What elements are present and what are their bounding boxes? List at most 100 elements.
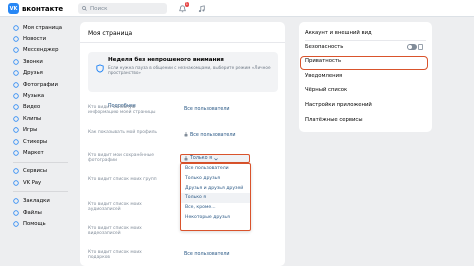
top-header: VK вконтакте Поиск 1 (0, 0, 474, 17)
music-note-icon (198, 4, 205, 12)
privacy-row-label: Как показывать мой профиль (88, 130, 157, 135)
sidebar-item-label: Маркет (23, 149, 44, 156)
sidebar-item[interactable]: Маркет (13, 147, 75, 158)
sidebar-item[interactable]: Клипы (13, 113, 75, 124)
chevron-down-icon (214, 157, 218, 160)
sidebar-item[interactable]: Помощь (13, 218, 75, 229)
privacy-row-label: Кто видит мои сохранённые фотографии (88, 153, 154, 164)
sidebar-item[interactable]: Музыка (13, 90, 75, 101)
dropdown-option[interactable]: Друзья и друзья друзей (181, 183, 250, 193)
bookmark-icon (13, 198, 19, 204)
notice-text: Если нужна пауза в общении с незнакомцам… (108, 65, 271, 76)
settings-menu-item[interactable]: Чёрный список (305, 87, 347, 93)
dropdown-option[interactable]: Только друзья (181, 174, 250, 184)
sidebar-item[interactable]: Игры (13, 125, 75, 136)
theme-toggle[interactable] (407, 44, 417, 50)
notice-title: Неделя без непрошеного внимания (108, 57, 224, 63)
device-icon (418, 44, 423, 50)
sidebar-item-label: Стикеры (23, 138, 48, 145)
sidebar-item[interactable]: Друзья (13, 68, 75, 79)
privacy-dropdown-menu: Все пользователи Только друзья Друзья и др… (180, 163, 251, 231)
file-icon (13, 209, 19, 216)
privacy-row-label: Кто видит список моих аудиозаписей (88, 202, 142, 213)
search-icon (82, 6, 87, 11)
sidebar-item[interactable]: Новости (13, 33, 75, 44)
clips-icon (13, 116, 19, 122)
settings-divider (305, 40, 426, 41)
privacy-row-value[interactable]: Все пользователи (184, 252, 230, 257)
lock-icon (184, 132, 188, 139)
news-icon (13, 36, 19, 42)
sidebar-item-label: Моя страница (23, 24, 63, 31)
sidebar-item-label: Игры (23, 127, 38, 134)
notification-badge: 1 (184, 2, 189, 7)
sidebar-item-label: Видео (23, 104, 41, 111)
user-icon (13, 24, 19, 31)
sidebar-divider (13, 161, 68, 163)
friends-icon (13, 70, 19, 76)
sidebar-item[interactable]: Сервисы (13, 166, 75, 177)
sidebar-item[interactable]: Мессенджер (13, 45, 75, 56)
left-sidebar: Моя страница Новости Мессенджер Звонки Друзь… (13, 22, 75, 230)
dropdown-option[interactable]: Все пользователи (181, 164, 250, 174)
privacy-row-label: Кто видит список моих подарков (88, 250, 142, 261)
music-icon (13, 93, 19, 99)
phone-icon (13, 59, 19, 65)
photo-icon (13, 81, 19, 88)
dropdown-option[interactable]: Все, кроме... (181, 203, 250, 213)
privacy-select[interactable]: Только я (180, 154, 250, 163)
privacy-row-value-text: Все пользователи (190, 133, 236, 138)
sidebar-item-label: Клипы (23, 115, 42, 122)
sidebar-item[interactable]: Файлы (13, 207, 75, 218)
privacy-row-label: Кто видит список моих групп (88, 177, 157, 182)
divider (80, 42, 285, 43)
dropdown-option[interactable]: Только я (181, 193, 250, 203)
sidebar-item[interactable]: Моя страница (13, 22, 75, 33)
privacy-row-value[interactable]: Все пользователи (184, 107, 230, 112)
video-icon (13, 104, 19, 111)
sidebar-item-label: Музыка (23, 93, 45, 100)
market-icon (13, 150, 19, 156)
privacy-row-value-text: Все пользователи (184, 252, 230, 257)
settings-menu-item[interactable]: Настройки приложений (305, 102, 372, 108)
services-icon (13, 168, 19, 175)
sidebar-item-label: Звонки (23, 58, 43, 65)
vk-logo-text: вконтакте (22, 4, 64, 13)
sidebar-item[interactable]: Фотографии (13, 79, 75, 90)
search-placeholder: Поиск (90, 5, 108, 12)
message-icon (13, 47, 19, 54)
sidebar-item-label: VK Pay (23, 179, 42, 186)
sidebar-divider (13, 191, 68, 193)
settings-menu-item[interactable]: Аккаунт и внешний вид (305, 30, 372, 36)
sidebar-item-label: Мессенджер (23, 47, 59, 54)
dropdown-option[interactable]: Некоторые друзья (181, 212, 250, 222)
sidebar-item[interactable]: Видео (13, 102, 75, 113)
settings-menu: Аккаунт и внешний вид Безопасность Приватн… (299, 22, 432, 132)
vkpay-icon (13, 180, 19, 186)
privacy-row-value[interactable]: Все пользователи (184, 132, 236, 139)
notice-card: Неделя без непрошеного внимания Если нуж… (88, 52, 278, 92)
music-button[interactable] (196, 3, 206, 14)
stickers-icon (13, 138, 19, 145)
shield-icon (96, 58, 104, 77)
sidebar-item[interactable]: Закладки (13, 195, 75, 206)
sidebar-item[interactable]: Стикеры (13, 136, 75, 147)
settings-menu-item[interactable]: Уведомления (305, 73, 342, 79)
page-title: Моя страница (88, 30, 133, 37)
sidebar-item[interactable]: Звонки (13, 56, 75, 67)
search-input[interactable]: Поиск (78, 3, 167, 14)
sidebar-item[interactable]: VK Pay (13, 177, 75, 188)
sidebar-item-label: Друзья (23, 70, 43, 77)
privacy-row-value-text: Все пользователи (184, 107, 230, 112)
privacy-highlight (300, 56, 428, 70)
sidebar-item-label: Фотографии (23, 81, 58, 88)
games-icon (13, 127, 19, 133)
privacy-row-label: Кто видит список моих видеозаписей (88, 226, 142, 237)
notifications-button[interactable]: 1 (177, 2, 189, 14)
sidebar-item-label: Файлы (23, 209, 42, 216)
settings-menu-item[interactable]: Безопасность (305, 44, 343, 50)
sidebar-item-label: Закладки (23, 198, 50, 205)
lock-icon (184, 156, 188, 161)
vk-logo[interactable]: VK вконтакте (8, 3, 63, 14)
settings-menu-item[interactable]: Платёжные сервисы (305, 117, 363, 123)
